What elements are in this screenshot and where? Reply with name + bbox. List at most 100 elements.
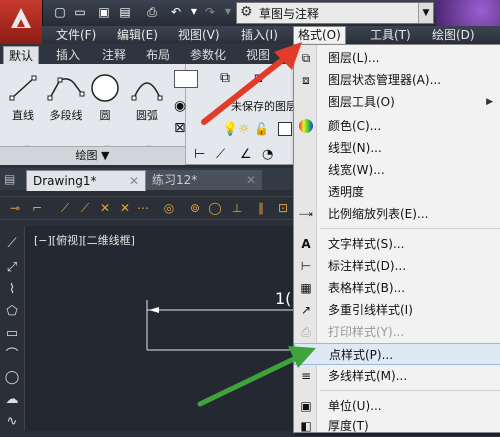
menu-item-dim-style[interactable]: ⊢ 标注样式(D)... — [294, 255, 500, 277]
tab-drawing1[interactable]: Drawing1* ✕ — [26, 170, 146, 191]
snap-intersection-icon[interactable]: ✕ — [98, 201, 112, 215]
line-icon[interactable]: ⟋ — [4, 236, 20, 252]
menu-format[interactable]: 格式(O) — [293, 26, 346, 45]
arc-tool[interactable]: 圆弧 — [128, 72, 166, 123]
boundary-tool-icon[interactable]: ⊠ — [174, 120, 186, 136]
unlock-icon[interactable]: 🔓 — [254, 122, 269, 136]
tab-view[interactable]: 视图 — [246, 46, 270, 64]
layers-icon: ⧉ — [301, 51, 311, 65]
layer-properties-icon[interactable]: ⧉ — [220, 70, 230, 86]
snap-tangent-icon[interactable]: ◯ — [208, 201, 222, 215]
snap-midpoint-icon[interactable]: ⟋ — [78, 201, 92, 215]
save-icon[interactable]: ▣ — [96, 4, 112, 20]
dim-linear-icon[interactable]: ⊢ — [194, 147, 205, 162]
snap-extension-icon[interactable]: ⋯ — [136, 201, 150, 215]
layer-state-icon: ⧈ — [302, 73, 310, 87]
menu-separator — [320, 228, 500, 229]
menu-edit[interactable]: 编辑(E) — [117, 27, 158, 43]
arc-icon[interactable]: ⌒ — [4, 348, 20, 364]
menu-draw[interactable]: 绘图(D) — [432, 27, 475, 43]
snap-perpendicular-icon[interactable]: ⊥ — [230, 201, 244, 215]
menu-item-scale-list[interactable]: 🝐 比例缩放列表(E)... — [294, 203, 500, 225]
chevron-down-icon[interactable]: ▼ — [418, 3, 433, 23]
mleader-style-icon: ↗ — [300, 303, 312, 317]
menu-item-lineweight[interactable]: 线宽(W)... — [294, 159, 500, 181]
menu-item-mline-style[interactable]: ≡ 多线样式(M)... — [294, 365, 500, 387]
polygon-icon[interactable]: ⬠ — [4, 304, 20, 320]
construction-line-icon[interactable]: ⤢ — [4, 260, 20, 276]
menu-item-color[interactable]: 颜色(C)... — [294, 115, 500, 137]
circle-tool[interactable]: 圆 — [86, 72, 124, 123]
polyline-tool[interactable]: 多段线 — [44, 72, 88, 123]
line-icon — [9, 75, 37, 101]
title-bar-decoration — [436, 0, 500, 26]
tab-annotate[interactable]: 注释 — [102, 46, 126, 64]
snap-from-icon[interactable]: ⌐ — [30, 201, 44, 215]
drawing-canvas[interactable] — [25, 226, 294, 431]
menu-view[interactable]: 视图(V) — [178, 27, 220, 43]
close-icon[interactable]: ✕ — [246, 170, 256, 190]
menu-item-linetype[interactable]: 线型(N)... — [294, 137, 500, 159]
rectangle-tool-icon[interactable] — [174, 70, 198, 88]
application-menu-button[interactable] — [0, 0, 43, 44]
circle-icon[interactable]: ◯ — [4, 370, 20, 386]
menu-item-layer[interactable]: ⧉ 图层(L)... — [294, 47, 500, 69]
spline-icon[interactable]: ∿ — [4, 414, 20, 430]
hatch-tool-icon[interactable]: ◉ — [174, 98, 186, 114]
print-icon[interactable]: ⎙ — [144, 4, 160, 20]
tab-insert[interactable]: 插入 — [56, 46, 80, 64]
submenu-arrow-icon: ▶ — [486, 97, 493, 107]
tab-layout[interactable]: 布局 — [146, 46, 170, 64]
save-as-icon[interactable]: ▤ — [117, 4, 133, 20]
dim-angular-icon[interactable]: ∠ — [240, 147, 252, 162]
dimension-arrowhead — [149, 307, 159, 313]
workspace-label: 草图与注释 — [259, 7, 320, 21]
menu-item-layer-tools[interactable]: 图层工具(O) ▶ — [294, 91, 500, 113]
circle-icon — [91, 74, 119, 102]
undo-dropdown-icon[interactable]: ▼ — [186, 4, 202, 20]
doc-tabs-menu-icon[interactable]: ▤ — [4, 172, 18, 186]
dim-radius-icon[interactable]: ◔ — [262, 147, 273, 162]
snap-parallel-icon[interactable]: ∥ — [254, 201, 268, 215]
redo-icon[interactable]: ↷ — [202, 4, 218, 20]
tab-exercise12[interactable]: 练习12* ✕ — [146, 170, 262, 190]
dim-aligned-icon[interactable]: ⟋ — [216, 147, 225, 162]
tab-parametric[interactable]: 参数化 — [190, 46, 226, 64]
snap-apparent-icon[interactable]: ✕ — [118, 201, 132, 215]
undo-icon[interactable]: ↶ — [168, 4, 184, 20]
menu-item-layer-state-manager[interactable]: ⧈ 图层状态管理器(A)... — [294, 69, 500, 91]
rectangle-icon[interactable]: ▭ — [4, 326, 20, 342]
redo-dropdown-icon[interactable]: ▼ — [220, 4, 236, 20]
workspace-selector[interactable]: ⚙ 草图与注释 ▼ — [236, 2, 434, 24]
menu-item-text-style[interactable]: A 文字样式(S)... — [294, 233, 500, 255]
snap-endpoint-icon[interactable]: ⟋ — [58, 201, 72, 215]
viewport-controls-label[interactable]: [−][俯视][二维线框] — [34, 232, 135, 248]
draw-panel-footer[interactable]: 绘图 ▼ — [0, 146, 185, 165]
line-tool[interactable]: 直线 — [4, 72, 42, 123]
tab-default[interactable]: 默认 — [3, 46, 40, 65]
menu-tools[interactable]: 工具(T) — [370, 27, 411, 43]
mline-style-icon: ≡ — [300, 369, 312, 383]
layer-color-swatch[interactable] — [278, 122, 292, 136]
lightbulb-icon[interactable]: 💡 — [222, 122, 238, 137]
polyline-tool-label: 多段线 — [49, 109, 83, 122]
close-icon[interactable]: ✕ — [129, 171, 139, 191]
menu-item-units[interactable]: ▣ 单位(U)... — [294, 395, 500, 417]
snap-quadrant-icon[interactable]: ⊚ — [188, 201, 202, 215]
polyline-icon[interactable]: ⌇ — [4, 282, 20, 298]
menu-insert[interactable]: 插入(I) — [241, 27, 278, 43]
menu-item-mleader-style[interactable]: ↗ 多重引线样式(I) — [294, 299, 500, 321]
layer-match-icon[interactable]: ⧈ — [254, 70, 263, 86]
menu-item-point-style[interactable]: ⁘ 点样式(P)... — [294, 343, 500, 365]
snap-insert-icon[interactable]: ⊡ — [276, 201, 290, 215]
new-file-icon[interactable]: ▢ — [52, 4, 68, 20]
menu-item-transparency[interactable]: 透明度 — [294, 181, 500, 203]
open-folder-icon[interactable]: ▭ — [72, 4, 88, 20]
menu-file[interactable]: 文件(F) — [56, 27, 96, 43]
temp-track-icon[interactable]: ⊸ — [8, 201, 22, 215]
menu-item-table-style[interactable]: ▦ 表格样式(B)... — [294, 277, 500, 299]
revision-cloud-icon[interactable]: ☁ — [4, 392, 20, 408]
menu-item-thickness[interactable]: ◧ 厚度(T) — [294, 415, 500, 437]
sun-icon[interactable]: ☼ — [238, 122, 250, 137]
snap-center-icon[interactable]: ◎ — [162, 201, 176, 215]
